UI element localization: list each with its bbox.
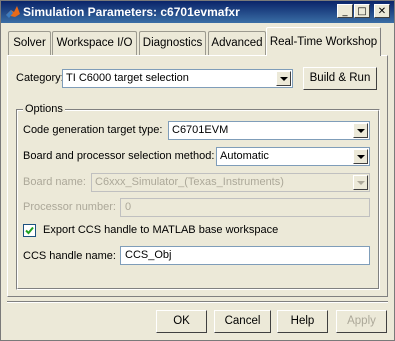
chevron-down-icon[interactable]: [276, 71, 291, 86]
chevron-down-icon[interactable]: [353, 149, 368, 164]
tab-label: Workspace I/O: [56, 37, 133, 49]
build-run-button[interactable]: Build & Run: [303, 67, 377, 90]
help-button[interactable]: Help: [277, 310, 328, 333]
minimize-button[interactable]: _: [337, 4, 353, 18]
tab-diagnostics[interactable]: Diagnostics: [139, 31, 206, 55]
export-ccs-checkbox[interactable]: [23, 224, 36, 237]
chevron-down-icon: [353, 175, 368, 190]
title-bar[interactable]: Simulation Parameters: c6701evmafxr _ □ …: [1, 1, 394, 23]
tab-label: Solver: [13, 37, 46, 49]
board-name-select: C6xxx_Simulator_(Texas_Instruments): [91, 173, 370, 192]
chevron-down-icon[interactable]: [353, 123, 368, 138]
target-type-value: C6701EVM: [172, 124, 229, 136]
selection-method-select[interactable]: Automatic: [216, 147, 370, 166]
tab-solver[interactable]: Solver: [8, 31, 51, 55]
maximize-button[interactable]: □: [354, 4, 370, 18]
matlab-logo-icon: [6, 6, 20, 18]
processor-number-value: 0: [125, 201, 132, 213]
close-button[interactable]: ✕: [374, 4, 390, 18]
tab-advanced[interactable]: Advanced: [208, 31, 266, 55]
board-name-label: Board name:: [23, 176, 86, 188]
target-type-select[interactable]: C6701EVM: [168, 121, 370, 140]
apply-button: Apply: [336, 310, 387, 333]
ccs-handle-input[interactable]: CCS_Obj: [120, 246, 370, 265]
selection-method-label: Board and processor selection method:: [23, 150, 215, 162]
selection-method-value: Automatic: [220, 150, 269, 162]
category-value: TI C6000 target selection: [66, 72, 189, 84]
dialog-window: Simulation Parameters: c6701evmafxr _ □ …: [0, 0, 395, 341]
category-label: Category:: [16, 72, 64, 84]
tab-label: Real-Time Workshop: [269, 36, 378, 48]
target-type-label: Code generation target type:: [23, 124, 163, 136]
tab-real-time-workshop[interactable]: Real-Time Workshop: [266, 27, 381, 56]
window-title: Simulation Parameters: c6701evmafxr: [23, 5, 240, 19]
tab-workspace-io[interactable]: Workspace I/O: [52, 31, 137, 55]
checkmark-icon: [25, 226, 34, 235]
ok-button[interactable]: OK: [156, 310, 207, 333]
processor-number-input: 0: [120, 198, 370, 217]
category-select[interactable]: TI C6000 target selection: [62, 69, 293, 88]
options-group-title: Options: [23, 103, 65, 115]
ccs-handle-label: CCS handle name:: [23, 250, 116, 262]
tab-label: Advanced: [211, 37, 263, 49]
export-ccs-label[interactable]: Export CCS handle to MATLAB base workspa…: [43, 224, 278, 236]
separator: [7, 301, 388, 303]
ccs-handle-value: CCS_Obj: [125, 249, 172, 261]
cancel-button[interactable]: Cancel: [214, 310, 271, 333]
board-name-value: C6xxx_Simulator_(Texas_Instruments): [95, 176, 284, 188]
processor-number-label: Processor number:: [23, 201, 116, 213]
tab-label: Diagnostics: [142, 37, 203, 49]
